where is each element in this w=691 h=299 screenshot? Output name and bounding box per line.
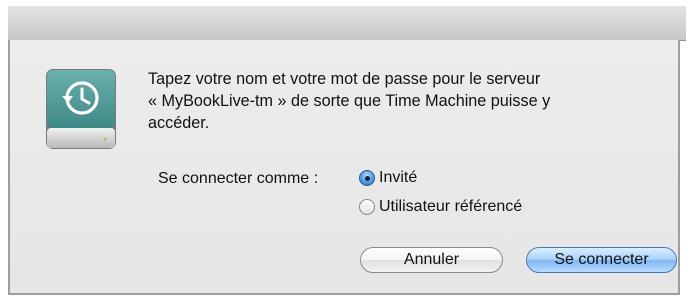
dialog-message: Tapez votre nom et votre mot de passe po… bbox=[148, 68, 648, 134]
connect-as-label: Se connecter comme : bbox=[158, 170, 319, 187]
window-titlebar bbox=[8, 6, 686, 41]
radio-guest-label: Invité bbox=[379, 169, 418, 186]
radio-selected-icon[interactable] bbox=[359, 170, 375, 186]
radio-registered-user-label: Utilisateur référencé bbox=[379, 198, 523, 215]
radio-registered-user[interactable]: Utilisateur référencé bbox=[359, 198, 522, 216]
cancel-button[interactable]: Annuler bbox=[360, 247, 503, 273]
connect-button[interactable]: Se connecter bbox=[526, 247, 677, 273]
time-machine-drive-icon bbox=[46, 69, 116, 149]
message-line: accéder. bbox=[148, 114, 210, 132]
authentication-dialog: Tapez votre nom et votre mot de passe po… bbox=[8, 40, 680, 295]
radio-unselected-icon[interactable] bbox=[359, 199, 375, 215]
radio-guest[interactable]: Invité bbox=[359, 169, 417, 187]
screen: Tapez votre nom et votre mot de passe po… bbox=[0, 0, 691, 299]
message-line: Tapez votre nom et votre mot de passe po… bbox=[148, 70, 541, 88]
message-line: « MyBookLive-tm » de sorte que Time Mach… bbox=[148, 92, 551, 110]
